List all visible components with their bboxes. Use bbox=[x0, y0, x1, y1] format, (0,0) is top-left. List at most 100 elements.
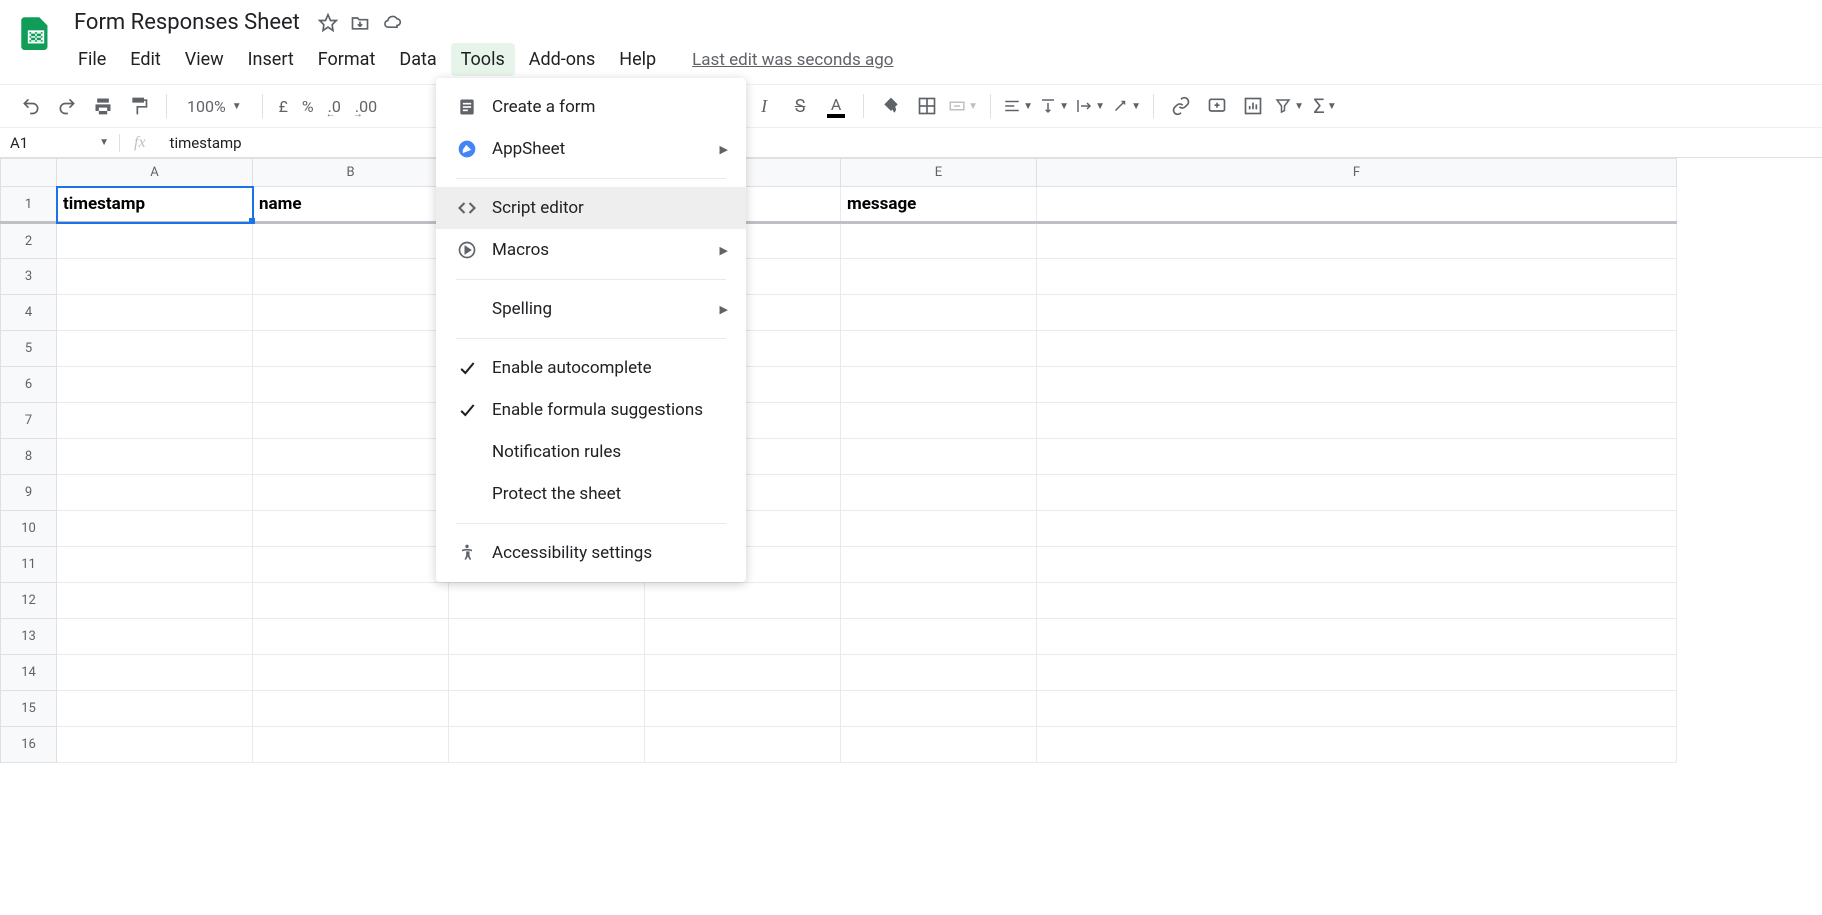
increase-decimal-button[interactable]: .00→ bbox=[351, 97, 381, 116]
print-icon[interactable] bbox=[88, 91, 118, 121]
cell[interactable] bbox=[57, 547, 253, 583]
selection-handle[interactable] bbox=[249, 218, 255, 224]
strikethrough-button[interactable]: S bbox=[785, 91, 815, 121]
cell[interactable] bbox=[841, 727, 1037, 763]
menu-item-create-form[interactable]: Create a form bbox=[436, 86, 746, 128]
menu-item-notification-rules[interactable]: Notification rules bbox=[436, 431, 746, 473]
menu-addons[interactable]: Add-ons bbox=[519, 43, 606, 76]
cell[interactable] bbox=[1037, 223, 1677, 259]
menu-item-accessibility[interactable]: Accessibility settings bbox=[436, 532, 746, 574]
cell[interactable] bbox=[57, 259, 253, 295]
cell[interactable] bbox=[57, 475, 253, 511]
cell[interactable] bbox=[1037, 691, 1677, 727]
row-header[interactable]: 12 bbox=[1, 583, 57, 619]
star-icon[interactable] bbox=[318, 13, 338, 33]
cell[interactable] bbox=[253, 583, 449, 619]
cell[interactable] bbox=[253, 403, 449, 439]
cell[interactable] bbox=[841, 475, 1037, 511]
move-icon[interactable] bbox=[350, 13, 370, 33]
percent-button[interactable]: % bbox=[298, 97, 318, 116]
cell[interactable] bbox=[1037, 259, 1677, 295]
name-box[interactable]: A1▼ bbox=[0, 134, 120, 152]
cell-e1[interactable]: message bbox=[841, 187, 1037, 223]
cell[interactable] bbox=[841, 295, 1037, 331]
row-header[interactable]: 16 bbox=[1, 727, 57, 763]
undo-icon[interactable] bbox=[16, 91, 46, 121]
v-align-button[interactable]: ▼ bbox=[1039, 91, 1069, 121]
cell[interactable] bbox=[253, 511, 449, 547]
menu-item-appsheet[interactable]: AppSheet ▶ bbox=[436, 128, 746, 170]
cell[interactable] bbox=[57, 295, 253, 331]
redo-icon[interactable] bbox=[52, 91, 82, 121]
cell[interactable] bbox=[449, 655, 645, 691]
row-header[interactable]: 5 bbox=[1, 331, 57, 367]
cell[interactable] bbox=[645, 691, 841, 727]
cell[interactable] bbox=[1037, 475, 1677, 511]
row-header[interactable]: 11 bbox=[1, 547, 57, 583]
col-header-a[interactable]: A bbox=[57, 159, 253, 187]
row-header[interactable]: 6 bbox=[1, 367, 57, 403]
zoom-select[interactable]: 100%▼ bbox=[179, 97, 250, 116]
cell[interactable] bbox=[841, 367, 1037, 403]
cell[interactable] bbox=[57, 223, 253, 259]
row-header[interactable]: 8 bbox=[1, 439, 57, 475]
cell[interactable] bbox=[645, 655, 841, 691]
cell[interactable] bbox=[57, 619, 253, 655]
cell[interactable] bbox=[841, 223, 1037, 259]
cell[interactable] bbox=[253, 223, 449, 259]
cell[interactable] bbox=[841, 331, 1037, 367]
menu-item-script-editor[interactable]: Script editor bbox=[436, 187, 746, 229]
cell[interactable] bbox=[253, 331, 449, 367]
cell[interactable] bbox=[57, 439, 253, 475]
cell[interactable] bbox=[645, 727, 841, 763]
cell[interactable] bbox=[1037, 583, 1677, 619]
h-align-button[interactable]: ▼ bbox=[1003, 91, 1033, 121]
last-edit-link[interactable]: Last edit was seconds ago bbox=[692, 50, 893, 70]
insert-link-button[interactable] bbox=[1166, 91, 1196, 121]
document-title[interactable]: Form Responses Sheet bbox=[68, 8, 306, 37]
cell[interactable] bbox=[57, 511, 253, 547]
cell[interactable] bbox=[1037, 403, 1677, 439]
cell[interactable] bbox=[253, 367, 449, 403]
cell[interactable] bbox=[841, 259, 1037, 295]
text-color-button[interactable]: A bbox=[821, 91, 851, 121]
cell[interactable] bbox=[57, 367, 253, 403]
cell[interactable] bbox=[1037, 331, 1677, 367]
row-header-1[interactable]: 1 bbox=[1, 187, 57, 223]
select-all-corner[interactable] bbox=[1, 159, 57, 187]
cell[interactable] bbox=[57, 727, 253, 763]
cell[interactable] bbox=[645, 583, 841, 619]
cell[interactable] bbox=[1037, 727, 1677, 763]
cell[interactable] bbox=[1037, 511, 1677, 547]
menu-format[interactable]: Format bbox=[308, 43, 386, 76]
row-header[interactable]: 13 bbox=[1, 619, 57, 655]
cell[interactable] bbox=[841, 511, 1037, 547]
menu-item-macros[interactable]: Macros ▶ bbox=[436, 229, 746, 271]
col-header-b[interactable]: B bbox=[253, 159, 449, 187]
menu-tools[interactable]: Tools bbox=[451, 43, 515, 76]
row-header[interactable]: 15 bbox=[1, 691, 57, 727]
merge-cells-button[interactable]: ▼ bbox=[948, 91, 978, 121]
cell[interactable] bbox=[57, 655, 253, 691]
cell[interactable] bbox=[253, 259, 449, 295]
menu-file[interactable]: File bbox=[68, 43, 116, 76]
cell[interactable] bbox=[841, 403, 1037, 439]
cell[interactable] bbox=[1037, 439, 1677, 475]
row-header[interactable]: 9 bbox=[1, 475, 57, 511]
col-header-f[interactable]: F bbox=[1037, 159, 1677, 187]
cell[interactable] bbox=[253, 439, 449, 475]
cell[interactable] bbox=[253, 295, 449, 331]
currency-button[interactable]: £ bbox=[275, 97, 292, 116]
cell[interactable] bbox=[449, 727, 645, 763]
insert-chart-button[interactable] bbox=[1238, 91, 1268, 121]
menu-help[interactable]: Help bbox=[609, 43, 666, 76]
col-header-e[interactable]: E bbox=[841, 159, 1037, 187]
filter-button[interactable]: ▼ bbox=[1274, 91, 1304, 121]
menu-data[interactable]: Data bbox=[389, 43, 446, 76]
menu-item-autocomplete[interactable]: Enable autocomplete bbox=[436, 347, 746, 389]
formula-input[interactable]: timestamp bbox=[160, 134, 1822, 152]
cell[interactable] bbox=[841, 547, 1037, 583]
cell[interactable] bbox=[57, 691, 253, 727]
cell-f1[interactable] bbox=[1037, 187, 1677, 223]
cell[interactable] bbox=[841, 691, 1037, 727]
